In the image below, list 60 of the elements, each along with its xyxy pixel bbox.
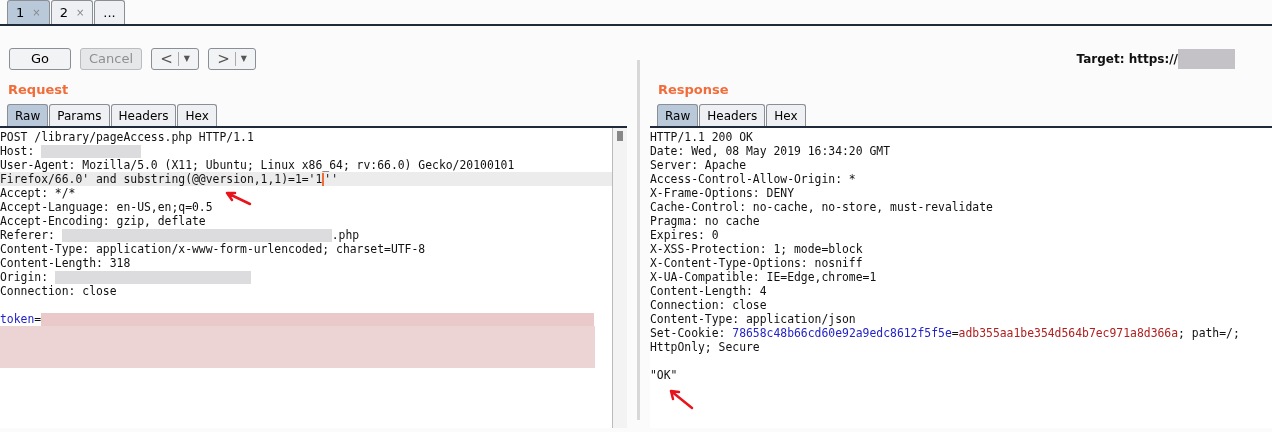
code-text: X-UA-Compatible: IE=Edge,chrome=1 (650, 270, 877, 284)
code-text: = (951, 326, 959, 340)
code-text: Pragma: no cache (650, 214, 760, 228)
tab[interactable]: Raw (657, 104, 699, 126)
code-text: HttpOnly; Secure (650, 340, 760, 354)
text-cursor (322, 172, 325, 186)
code-text: Expires: 0 (650, 228, 719, 242)
history-button[interactable]: < ▼ (151, 48, 199, 70)
pane-title: Request (8, 81, 69, 100)
target-label: Target: https:// (1076, 51, 1178, 68)
code-text: Date: Wed, 08 May 2019 16:34:20 GMT (650, 144, 891, 158)
code-text: Accept-Language: en-US,en;q=0.5 (0, 200, 213, 214)
code-text: Content-Length: 4 (650, 284, 767, 298)
arrow-annotation (224, 190, 252, 206)
code-text: Set-Cookie: (650, 326, 727, 340)
tab[interactable]: 2 × (50, 0, 94, 24)
pane-title: Response (658, 81, 729, 100)
param-name: token (0, 312, 35, 326)
code-text: Access-Control-Allow-Origin: * (650, 172, 856, 186)
tab[interactable]: 1 × (7, 0, 50, 24)
cookie-value: adb355aa1be354d564b7ec971a8d366a (958, 326, 1179, 340)
tab[interactable]: Raw (7, 104, 49, 126)
code-text: Origin: (0, 270, 49, 284)
code-text: Accept: */* (0, 186, 76, 200)
code-text: Host: (0, 144, 36, 158)
code-text: '' (324, 172, 339, 186)
scrollbar-thumb[interactable] (617, 131, 623, 141)
dropdown-icon[interactable]: ▼ (240, 53, 247, 65)
code-text: Referer: (0, 228, 56, 242)
dropdown-icon[interactable]: ▼ (183, 53, 190, 65)
tab[interactable]: Hex (177, 104, 217, 126)
code-text: ; path=/; (1178, 326, 1240, 340)
code-text: Content-Type: application/json (650, 312, 856, 326)
toolbar-button[interactable]: Go (9, 48, 71, 70)
code-text: Cache-Control: no-cache, no-store, must-revalidate (650, 200, 993, 214)
code-text: "OK" (650, 368, 678, 382)
redacted-block (1178, 49, 1235, 69)
code-text: X-Content-Type-Options: nosniff (650, 256, 863, 270)
code-text: = (34, 312, 42, 326)
history-button[interactable]: > ▼ (208, 48, 256, 70)
code-text: Server: Apache (650, 158, 746, 172)
code-text: Content-Type: application/x-www-form-urlencoded; charset=UTF-8 (0, 242, 426, 256)
code-text: Content-Length: 318 (0, 256, 131, 270)
code-text: Connection: close (0, 284, 117, 298)
code-text: X-Frame-Options: DENY (650, 186, 794, 200)
tab[interactable]: Hex (766, 104, 806, 126)
tab[interactable]: Headers (110, 104, 177, 126)
code-text: HTTP/1.1 200 OK (650, 130, 753, 144)
code-text: User-Agent: Mozilla/5.0 (X11; Ubuntu; Linux x86_64; rv:66.0) Gecko/20100101 (0, 158, 515, 172)
code-text: Firefox/66.0' and substring(@@version,1,1)=1='1 (0, 172, 323, 186)
code-text: Connection: close (650, 298, 767, 312)
tab[interactable]: ... (94, 0, 125, 24)
tab[interactable]: Params (49, 104, 110, 126)
tab[interactable]: Headers (699, 104, 766, 126)
code-text: .php (331, 228, 360, 242)
code-text: Accept-Encoding: gzip, deflate (0, 214, 206, 228)
cookie-name: 78658c48b66cd60e92a9edc8612f5f5e (732, 326, 952, 340)
code-text: X-XSS-Protection: 1; mode=block (650, 242, 863, 256)
code-text: POST /library/pageAccess.php HTTP/1.1 (0, 130, 254, 144)
arrow-annotation (668, 388, 694, 410)
